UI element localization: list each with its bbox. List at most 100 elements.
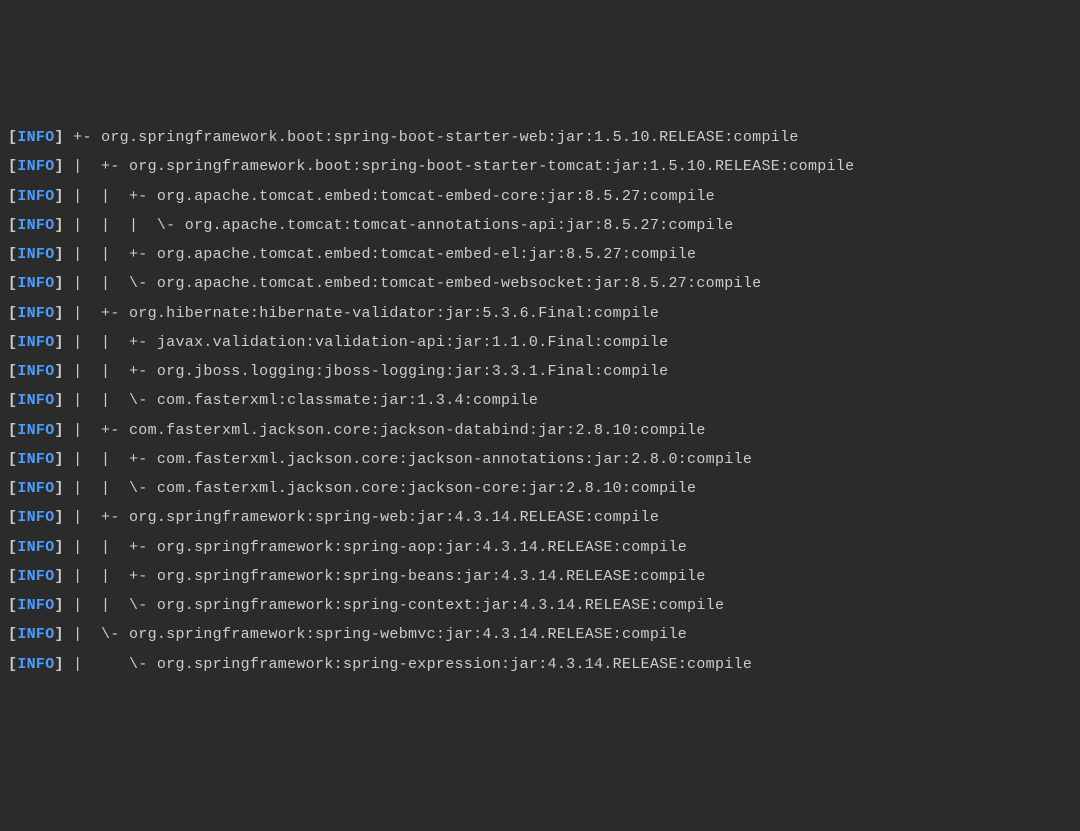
dependency-coordinates: org.springframework:spring-webmvc:jar:4.… (129, 626, 687, 643)
bracket-close: ] (55, 334, 64, 351)
log-level: INFO (17, 509, 54, 526)
dependency-coordinates: javax.validation:validation-api:jar:1.1.… (157, 334, 669, 351)
log-line: [INFO] | | \- com.fasterxml.jackson.core… (8, 474, 1072, 503)
tree-prefix: | | +- (64, 363, 157, 380)
log-line: [INFO] | | \- com.fasterxml:classmate:ja… (8, 386, 1072, 415)
log-level: INFO (17, 188, 54, 205)
bracket-close: ] (55, 246, 64, 263)
bracket-open: [ (8, 129, 17, 146)
tree-prefix: | \- (64, 656, 157, 673)
log-line: [INFO] | +- org.springframework.boot:spr… (8, 152, 1072, 181)
log-level: INFO (17, 363, 54, 380)
log-level: INFO (17, 305, 54, 322)
bracket-open: [ (8, 188, 17, 205)
dependency-coordinates: org.springframework:spring-context:jar:4… (157, 597, 724, 614)
tree-prefix: | +- (64, 158, 129, 175)
dependency-coordinates: org.springframework:spring-aop:jar:4.3.1… (157, 539, 687, 556)
tree-prefix: | | +- (64, 539, 157, 556)
dependency-coordinates: org.springframework:spring-web:jar:4.3.1… (129, 509, 659, 526)
bracket-open: [ (8, 217, 17, 234)
bracket-close: ] (55, 480, 64, 497)
bracket-close: ] (55, 626, 64, 643)
dependency-coordinates: org.apache.tomcat.embed:tomcat-embed-el:… (157, 246, 696, 263)
bracket-open: [ (8, 597, 17, 614)
maven-dependency-tree-output: [INFO] +- org.springframework.boot:sprin… (8, 123, 1072, 679)
log-level: INFO (17, 275, 54, 292)
log-level: INFO (17, 480, 54, 497)
bracket-open: [ (8, 568, 17, 585)
bracket-close: ] (55, 509, 64, 526)
tree-prefix: | | +- (64, 334, 157, 351)
bracket-open: [ (8, 509, 17, 526)
dependency-coordinates: com.fasterxml.jackson.core:jackson-datab… (129, 422, 706, 439)
log-line: [INFO] | | +- org.apache.tomcat.embed:to… (8, 182, 1072, 211)
log-level: INFO (17, 451, 54, 468)
bracket-close: ] (55, 275, 64, 292)
dependency-coordinates: org.apache.tomcat.embed:tomcat-embed-cor… (157, 188, 715, 205)
log-level: INFO (17, 422, 54, 439)
bracket-open: [ (8, 158, 17, 175)
dependency-coordinates: org.apache.tomcat.embed:tomcat-embed-web… (157, 275, 762, 292)
log-line: [INFO] | +- com.fasterxml.jackson.core:j… (8, 416, 1072, 445)
log-line: [INFO] +- org.springframework.boot:sprin… (8, 123, 1072, 152)
bracket-open: [ (8, 305, 17, 322)
bracket-open: [ (8, 656, 17, 673)
log-line: [INFO] | | +- javax.validation:validatio… (8, 328, 1072, 357)
bracket-close: ] (55, 568, 64, 585)
bracket-close: ] (55, 597, 64, 614)
bracket-close: ] (55, 305, 64, 322)
tree-prefix: | +- (64, 509, 129, 526)
bracket-open: [ (8, 626, 17, 643)
bracket-close: ] (55, 539, 64, 556)
log-level: INFO (17, 656, 54, 673)
bracket-open: [ (8, 363, 17, 380)
dependency-coordinates: org.apache.tomcat:tomcat-annotations-api… (185, 217, 734, 234)
tree-prefix: | | \- (64, 480, 157, 497)
dependency-coordinates: org.springframework.boot:spring-boot-sta… (101, 129, 799, 146)
bracket-close: ] (55, 392, 64, 409)
dependency-coordinates: com.fasterxml.jackson.core:jackson-core:… (157, 480, 696, 497)
tree-prefix: | | | \- (64, 217, 185, 234)
bracket-open: [ (8, 480, 17, 497)
log-line: [INFO] | | +- com.fasterxml.jackson.core… (8, 445, 1072, 474)
bracket-close: ] (55, 129, 64, 146)
dependency-coordinates: org.jboss.logging:jboss-logging:jar:3.3.… (157, 363, 669, 380)
dependency-coordinates: org.springframework:spring-expression:ja… (157, 656, 752, 673)
bracket-close: ] (55, 217, 64, 234)
bracket-open: [ (8, 422, 17, 439)
bracket-close: ] (55, 188, 64, 205)
bracket-close: ] (55, 451, 64, 468)
tree-prefix: | \- (64, 626, 129, 643)
dependency-coordinates: com.fasterxml:classmate:jar:1.3.4:compil… (157, 392, 538, 409)
log-line: [INFO] | | | \- org.apache.tomcat:tomcat… (8, 211, 1072, 240)
bracket-open: [ (8, 246, 17, 263)
bracket-close: ] (55, 422, 64, 439)
dependency-coordinates: org.springframework.boot:spring-boot-sta… (129, 158, 855, 175)
dependency-coordinates: com.fasterxml.jackson.core:jackson-annot… (157, 451, 752, 468)
log-level: INFO (17, 334, 54, 351)
log-level: INFO (17, 246, 54, 263)
log-level: INFO (17, 158, 54, 175)
log-line: [INFO] | \- org.springframework:spring-e… (8, 650, 1072, 679)
bracket-open: [ (8, 334, 17, 351)
tree-prefix: | +- (64, 422, 129, 439)
log-line: [INFO] | | +- org.springframework:spring… (8, 562, 1072, 591)
dependency-coordinates: org.springframework:spring-beans:jar:4.3… (157, 568, 706, 585)
tree-prefix: | | +- (64, 451, 157, 468)
log-line: [INFO] | +- org.springframework:spring-w… (8, 503, 1072, 532)
bracket-open: [ (8, 539, 17, 556)
bracket-close: ] (55, 656, 64, 673)
bracket-open: [ (8, 451, 17, 468)
dependency-coordinates: org.hibernate:hibernate-validator:jar:5.… (129, 305, 659, 322)
log-line: [INFO] | | +- org.jboss.logging:jboss-lo… (8, 357, 1072, 386)
log-level: INFO (17, 129, 54, 146)
log-line: [INFO] | | \- org.apache.tomcat.embed:to… (8, 269, 1072, 298)
log-line: [INFO] | \- org.springframework:spring-w… (8, 620, 1072, 649)
log-level: INFO (17, 392, 54, 409)
tree-prefix: | | +- (64, 568, 157, 585)
tree-prefix: +- (64, 129, 101, 146)
tree-prefix: | +- (64, 305, 129, 322)
tree-prefix: | | +- (64, 246, 157, 263)
log-line: [INFO] | | +- org.springframework:spring… (8, 533, 1072, 562)
log-level: INFO (17, 568, 54, 585)
